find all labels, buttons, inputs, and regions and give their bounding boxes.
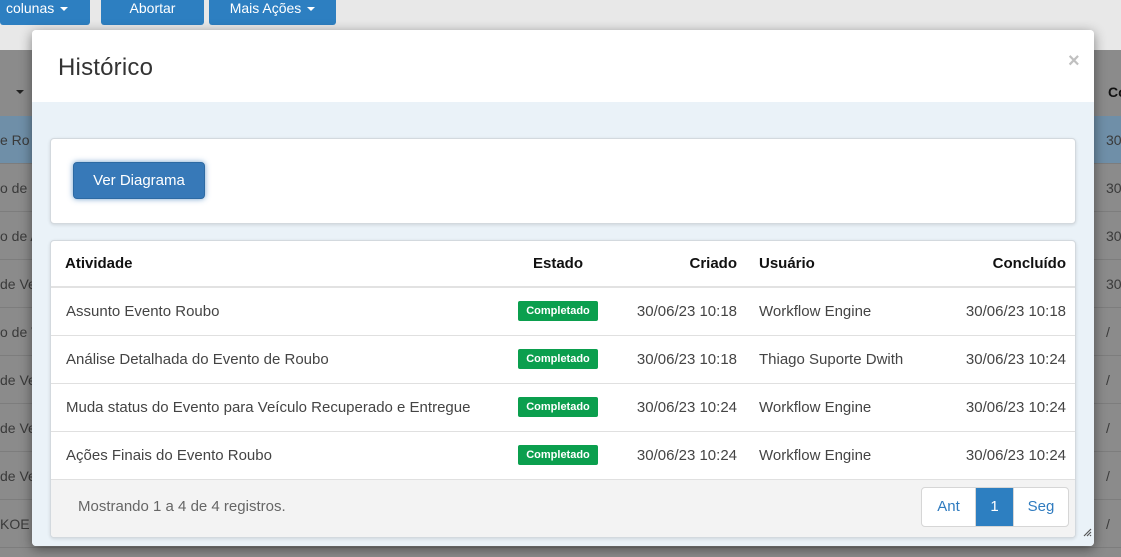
history-modal: Histórico × Ver Diagrama Atividade Estad… bbox=[32, 30, 1094, 546]
abort-button-label: Abortar bbox=[129, 0, 176, 16]
status-badge: Completado bbox=[518, 301, 598, 322]
activity-cell: Análise Detalhada do Evento de Roubo bbox=[51, 335, 493, 384]
state-cell: Completado bbox=[493, 335, 623, 384]
activity-cell: Muda status do Evento para Veículo Recup… bbox=[51, 383, 493, 432]
background-row-right-text: / bbox=[1106, 468, 1110, 484]
history-table-panel: Atividade Estado Criado Usuário Concluíd… bbox=[50, 240, 1076, 538]
resize-handle-icon[interactable] bbox=[1082, 527, 1092, 537]
created-cell: 30/06/23 10:18 bbox=[623, 287, 757, 336]
pagination-page-1-button[interactable]: 1 bbox=[976, 488, 1014, 526]
column-header-activity[interactable]: Atividade bbox=[51, 241, 493, 288]
state-cell: Completado bbox=[493, 287, 623, 336]
completed-cell: 30/06/23 10:24 bbox=[931, 383, 1075, 432]
completed-cell: 30/06/23 10:24 bbox=[931, 335, 1075, 384]
records-info: Mostrando 1 a 4 de 4 registros. bbox=[78, 498, 286, 515]
background-row-right-text: / bbox=[1106, 420, 1110, 436]
column-header-created[interactable]: Criado bbox=[623, 241, 757, 288]
created-cell: 30/06/23 10:24 bbox=[623, 383, 757, 432]
activity-cell: Ações Finais do Evento Roubo bbox=[51, 431, 493, 480]
background-row-left-text: o de A bbox=[0, 228, 32, 244]
state-cell: Completado bbox=[493, 383, 623, 432]
pagination-next-button[interactable]: Seg bbox=[1014, 488, 1068, 526]
created-cell: 30/06/23 10:18 bbox=[623, 335, 757, 384]
status-badge: Completado bbox=[518, 445, 598, 465]
column-header-state[interactable]: Estado bbox=[493, 241, 623, 288]
background-row-right-text: / bbox=[1106, 516, 1110, 532]
completed-cell: 30/06/23 10:24 bbox=[931, 431, 1075, 480]
background-row-left-text: de Ve bbox=[0, 372, 32, 388]
completed-cell: 30/06/23 10:18 bbox=[931, 287, 1075, 336]
user-cell: Workflow Engine bbox=[757, 383, 931, 432]
abort-button[interactable]: Abortar bbox=[101, 0, 204, 25]
created-cell: 30/06/23 10:24 bbox=[623, 431, 757, 480]
view-diagram-button[interactable]: Ver Diagrama bbox=[73, 162, 205, 199]
table-row[interactable]: Muda status do Evento para Veículo Recup… bbox=[51, 383, 1075, 432]
background-row-left-text: de Ve bbox=[0, 468, 32, 484]
modal-title: Histórico bbox=[58, 54, 154, 81]
user-cell: Thiago Suporte Dwith bbox=[757, 335, 931, 384]
table-row[interactable]: Assunto Evento Roubo Completado 30/06/23… bbox=[51, 287, 1075, 336]
columns-menu-button[interactable]: colunas bbox=[0, 0, 90, 25]
history-table: Atividade Estado Criado Usuário Concluíd… bbox=[51, 241, 1075, 480]
state-cell: Completado bbox=[493, 431, 623, 480]
caret-down-icon bbox=[60, 7, 69, 12]
columns-menu-label: colunas bbox=[6, 0, 55, 16]
background-row-left-text: de Ve bbox=[0, 420, 32, 436]
pagination-prev-button[interactable]: Ant bbox=[922, 488, 976, 526]
column-header-completed[interactable]: Concluído bbox=[931, 241, 1075, 288]
table-row[interactable]: Ações Finais do Evento Roubo Completado … bbox=[51, 431, 1075, 480]
background-row-left-text: o de E bbox=[0, 180, 32, 196]
background-row-left-text: o de V bbox=[0, 324, 32, 340]
caret-down-icon bbox=[307, 7, 316, 12]
table-footer: Mostrando 1 a 4 de 4 registros. Ant 1 Se… bbox=[51, 479, 1075, 537]
diagram-panel: Ver Diagrama bbox=[50, 138, 1076, 224]
column-header-user[interactable]: Usuário bbox=[757, 241, 931, 288]
modal-header: Histórico × bbox=[32, 30, 1094, 102]
background-row-left-text: de Ve bbox=[0, 276, 32, 292]
background-row-right-text: 30 bbox=[1106, 180, 1121, 196]
background-row-right-text: / bbox=[1106, 372, 1110, 388]
background-row-left-text: e Ro bbox=[0, 132, 30, 148]
background-row-right-text: 30 bbox=[1106, 132, 1121, 148]
background-row-right-text: 30 bbox=[1106, 228, 1121, 244]
user-cell: Workflow Engine bbox=[757, 287, 931, 336]
sort-caret-icon[interactable] bbox=[16, 90, 24, 94]
status-badge: Completado bbox=[518, 349, 598, 369]
pagination: Ant 1 Seg bbox=[921, 487, 1069, 527]
background-row-right-text: / bbox=[1106, 324, 1110, 340]
modal-body: Ver Diagrama Atividade Estado Criado Usu… bbox=[32, 102, 1094, 546]
activity-cell: Assunto Evento Roubo bbox=[51, 287, 493, 336]
table-header-row: Atividade Estado Criado Usuário Concluíd… bbox=[51, 241, 1075, 288]
user-cell: Workflow Engine bbox=[757, 431, 931, 480]
background-row-left-text: KOE bbox=[0, 516, 30, 532]
background-header-right: Co bbox=[1108, 84, 1121, 100]
more-actions-label: Mais Ações bbox=[229, 0, 302, 16]
more-actions-button[interactable]: Mais Ações bbox=[209, 0, 336, 25]
background-row-right-text: 30 bbox=[1106, 276, 1121, 292]
table-row[interactable]: Análise Detalhada do Evento de Roubo Com… bbox=[51, 335, 1075, 384]
status-badge: Completado bbox=[518, 397, 598, 417]
close-icon[interactable]: × bbox=[1068, 50, 1080, 73]
